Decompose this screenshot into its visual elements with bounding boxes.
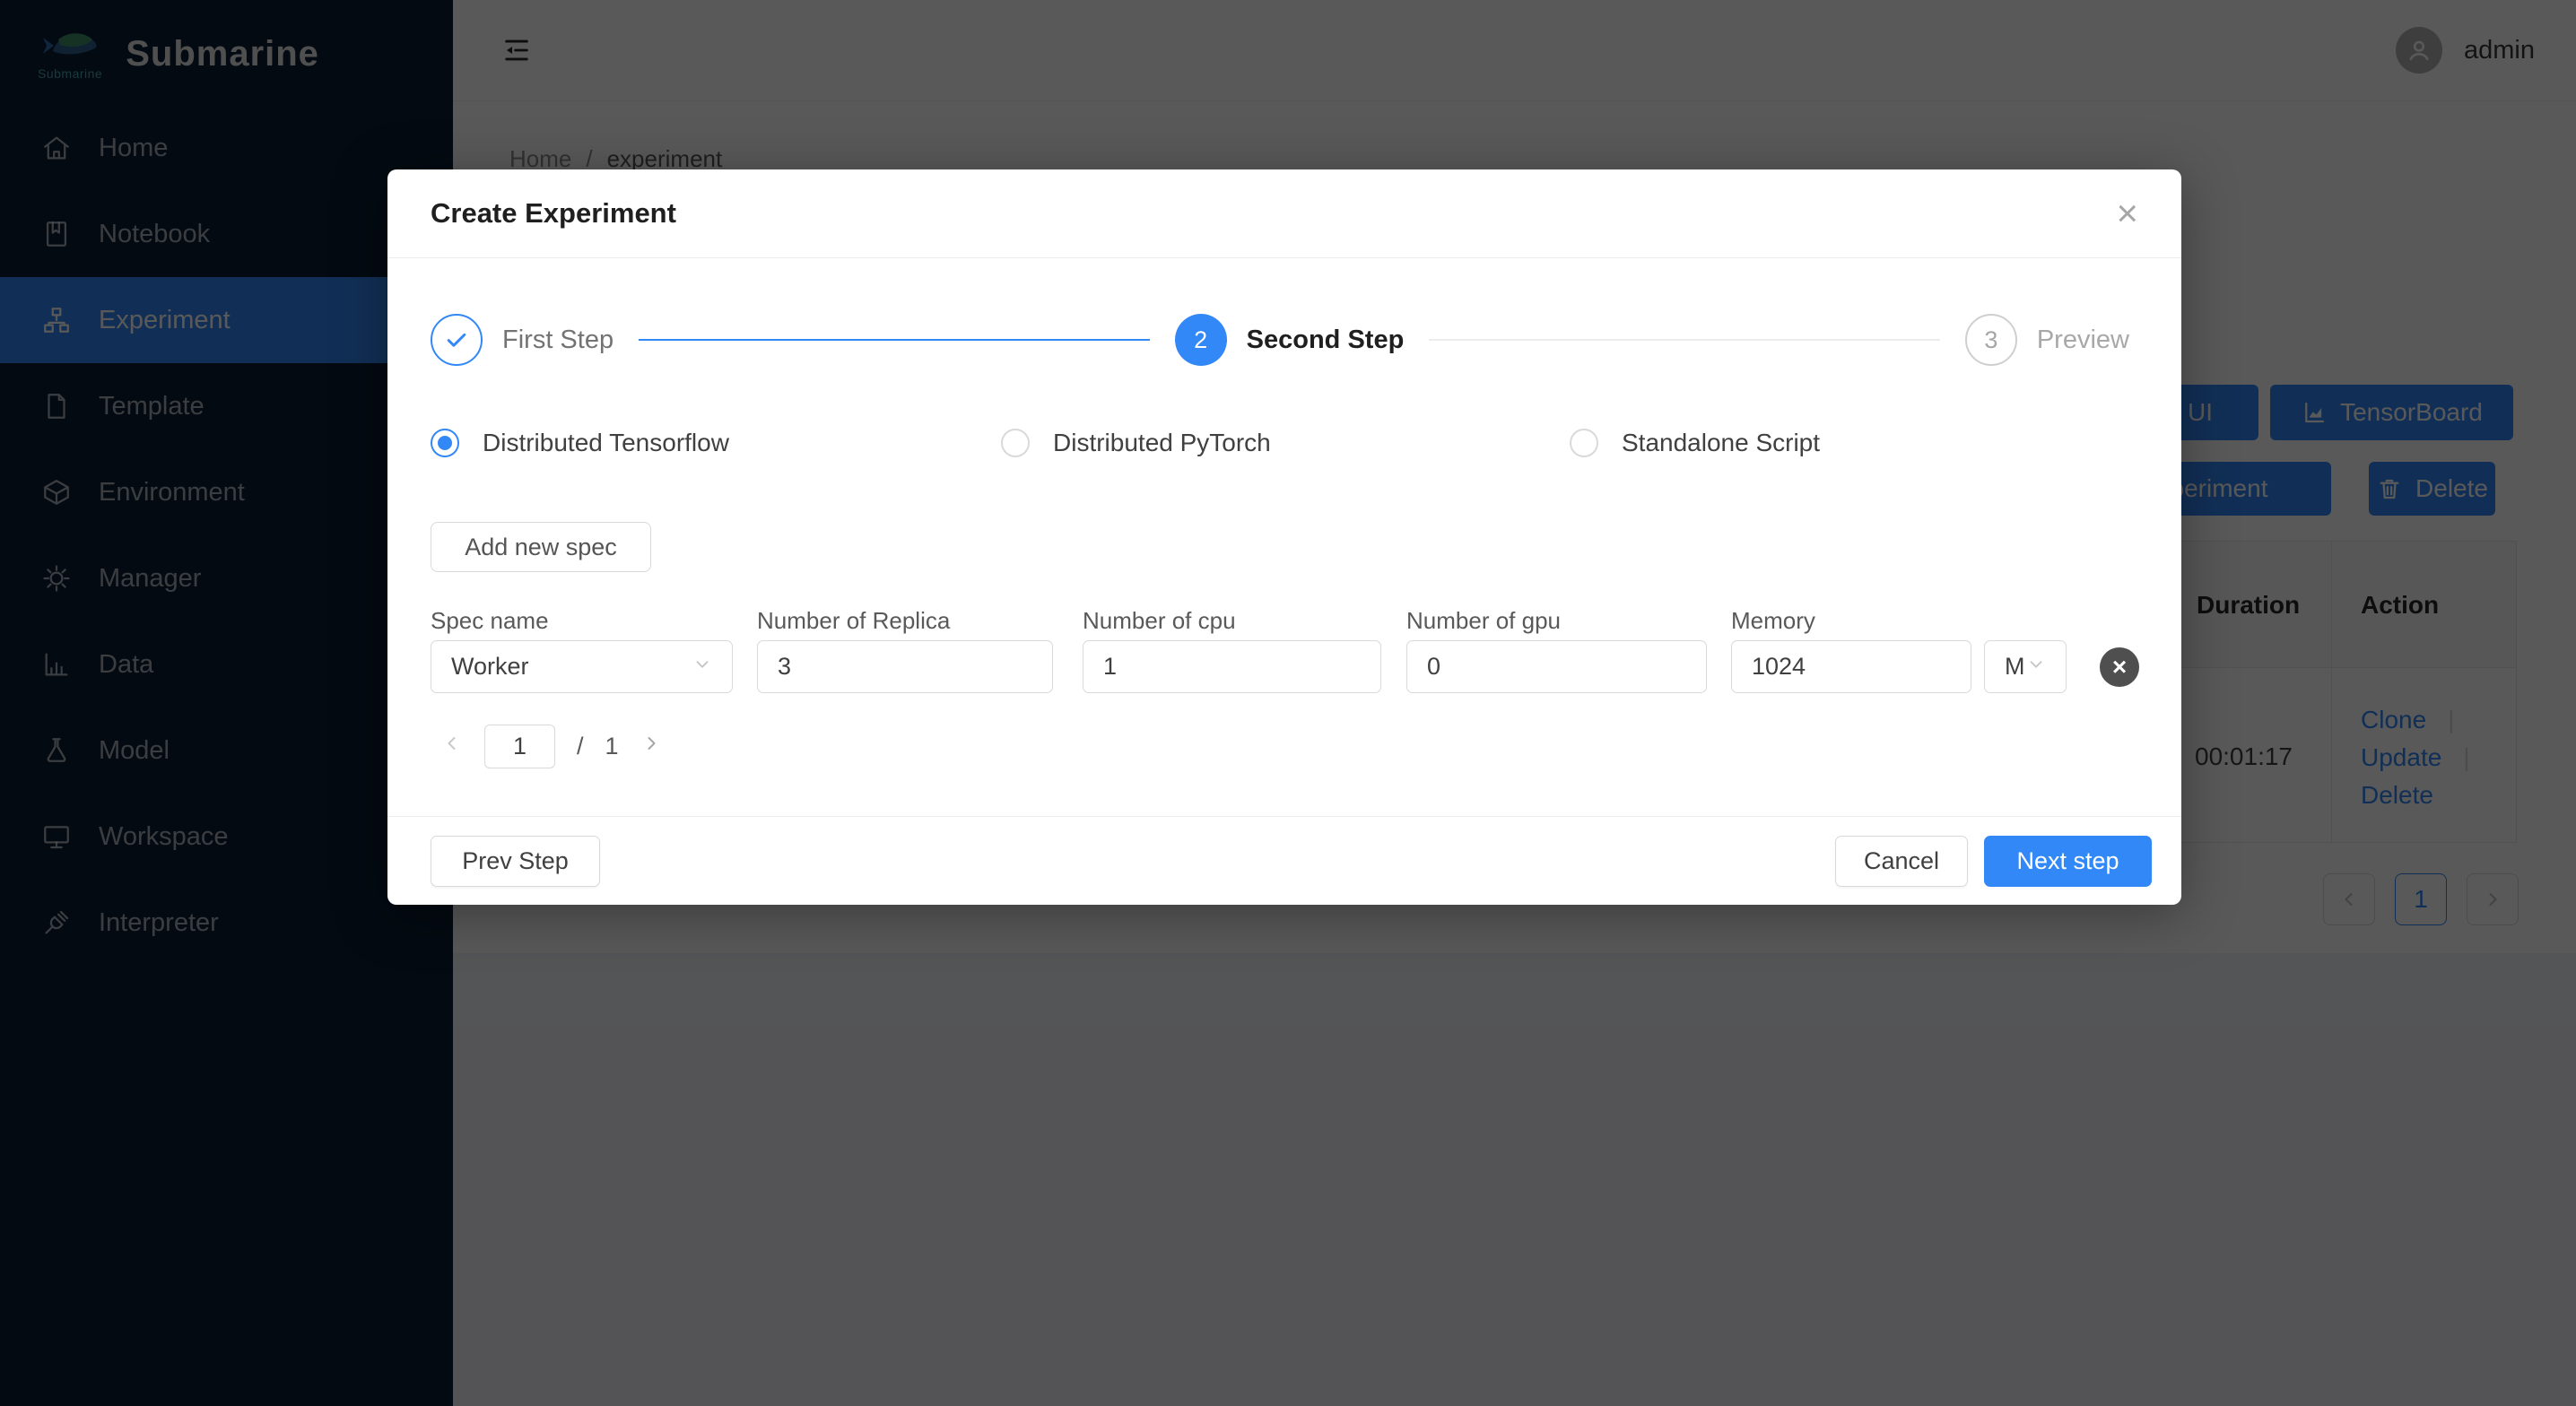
pagination-next-icon[interactable] <box>640 733 662 760</box>
cancel-button[interactable]: Cancel <box>1835 836 1968 887</box>
modal-header: Create Experiment × <box>387 169 2181 258</box>
step-connector-pending <box>1429 339 1940 341</box>
framework-radio-standalone[interactable]: Standalone Script <box>1570 427 1820 459</box>
wizard-steps: First Step 2 Second Step 3 Preview <box>431 314 2129 366</box>
spec-name-select[interactable]: Worker <box>431 640 733 693</box>
pagination-separator: / <box>577 733 584 760</box>
spec-name-label: Spec name <box>431 607 549 635</box>
memory-label: Memory <box>1731 607 1815 635</box>
step-1-label: First Step <box>502 325 614 355</box>
cpu-label: Number of cpu <box>1083 607 1236 635</box>
memory-value: 1024 <box>1752 653 1806 681</box>
replica-input[interactable]: 3 <box>757 640 1053 693</box>
radio-label: Distributed PyTorch <box>1053 429 1271 457</box>
cpu-input[interactable]: 1 <box>1083 640 1381 693</box>
pagination-page-input[interactable]: 1 <box>484 725 555 768</box>
radio-selected-icon[interactable] <box>431 429 459 457</box>
chevron-down-icon <box>692 653 712 681</box>
step-2-label: Second Step <box>1247 325 1405 355</box>
cpu-value: 1 <box>1103 653 1117 681</box>
memory-unit-select[interactable]: M <box>1984 640 2067 693</box>
radio-label: Distributed Tensorflow <box>483 429 729 457</box>
gpu-input[interactable]: 0 <box>1406 640 1707 693</box>
step-connector-done <box>639 339 1150 341</box>
next-step-button[interactable]: Next step <box>1984 836 2152 887</box>
gpu-value: 0 <box>1427 653 1440 681</box>
framework-radio-tensorflow[interactable]: Distributed Tensorflow <box>431 427 729 459</box>
radio-unselected-icon[interactable] <box>1570 429 1598 457</box>
memory-unit-value: M <box>2005 653 2025 681</box>
pagination-total: 1 <box>605 733 619 760</box>
spec-name-value: Worker <box>451 653 529 681</box>
radio-label: Standalone Script <box>1622 429 1820 457</box>
modal-title: Create Experiment <box>431 197 676 230</box>
gpu-label: Number of gpu <box>1406 607 1561 635</box>
pagination-prev-icon[interactable] <box>441 733 463 760</box>
add-new-spec-button[interactable]: Add new spec <box>431 522 651 572</box>
chevron-down-icon <box>2026 653 2046 681</box>
screen: Submarine Submarine Home Notebook Experi… <box>0 0 2576 1406</box>
radio-unselected-icon[interactable] <box>1001 429 1030 457</box>
step-1-check-icon <box>431 314 483 366</box>
step-3-label: Preview <box>2037 325 2129 355</box>
memory-input[interactable]: 1024 <box>1731 640 1971 693</box>
close-icon[interactable]: × <box>2116 195 2138 232</box>
spec-pagination: 1 / 1 <box>441 725 662 768</box>
step-3-circle: 3 <box>1965 314 2017 366</box>
remove-spec-button[interactable]: × <box>2100 647 2139 687</box>
modal-footer: Prev Step Cancel Next step <box>387 816 2181 905</box>
create-experiment-modal: Create Experiment × First Step 2 Second … <box>387 169 2181 905</box>
replica-label: Number of Replica <box>757 607 950 635</box>
prev-step-button[interactable]: Prev Step <box>431 836 600 887</box>
replica-value: 3 <box>778 653 791 681</box>
step-2-circle: 2 <box>1175 314 1227 366</box>
framework-radio-pytorch[interactable]: Distributed PyTorch <box>1001 427 1271 459</box>
